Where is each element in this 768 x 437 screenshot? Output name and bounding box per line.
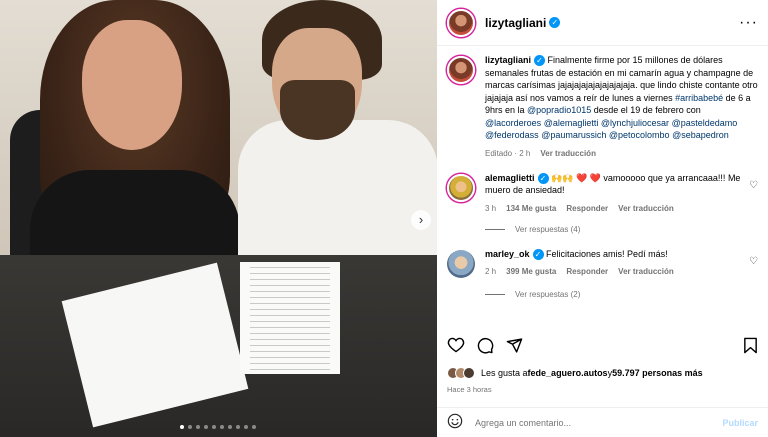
more-horizontal-icon[interactable]: ···: [739, 14, 758, 32]
commenter-avatar[interactable]: [447, 249, 475, 278]
author-username[interactable]: lizytagliani ✓: [485, 16, 561, 30]
view-replies[interactable]: Ver respuestas (2): [485, 290, 758, 299]
verified-badge-icon: ✓: [549, 17, 561, 28]
carousel-dot: [220, 425, 224, 429]
comment-time: 2 h: [485, 267, 497, 276]
photo-man-beard: [280, 80, 355, 140]
comment-meta: 2 h 399 Me gusta Responder Ver traducció…: [485, 267, 743, 276]
action-bar: [437, 336, 768, 358]
commenter-username[interactable]: alemaglietti: [485, 173, 535, 183]
likers-avatars[interactable]: [447, 367, 475, 379]
author-username-text[interactable]: lizytagliani: [485, 16, 546, 30]
carousel-dot: [252, 425, 256, 429]
post-sidebar: lizytagliani ✓ ··· lizytagliani ✓ Finalme…: [437, 0, 768, 437]
mention-link[interactable]: @lacorderoes: [485, 118, 541, 128]
carousel-dot: [244, 425, 248, 429]
mention-link[interactable]: @federodass: [485, 130, 539, 140]
mention-link[interactable]: @popradio1015: [527, 105, 591, 115]
add-comment-input[interactable]: [475, 417, 723, 428]
comment-body: alemaglietti ✓ 🙌🙌 ❤️ ❤️ vamooooo que ya a…: [485, 172, 743, 213]
carousel-dot: [236, 425, 240, 429]
carousel-dot: [204, 425, 208, 429]
photo-paper-right: [240, 262, 340, 374]
reply-button[interactable]: Responder: [566, 204, 608, 213]
commenter-avatar[interactable]: [447, 173, 475, 202]
reply-button[interactable]: Responder: [566, 267, 608, 276]
post-header: lizytagliani ✓ ···: [437, 0, 768, 46]
comment-meta: 3 h 134 Me gusta Responder Ver traducció…: [485, 204, 743, 213]
view-replies-label[interactable]: Ver respuestas (4): [515, 225, 580, 234]
see-translation-link[interactable]: Ver traducción: [618, 267, 674, 276]
comments-list: lizytagliani ✓ Finalmente firme por 15 mi…: [437, 46, 768, 324]
caption-meta: Editado · 2 h Ver traducción: [485, 149, 758, 158]
carousel-dots: [180, 425, 256, 429]
post-image[interactable]: ›: [0, 0, 437, 437]
comment-likes[interactable]: 399 Me gusta: [506, 267, 556, 276]
comment-likes[interactable]: 134 Me gusta: [506, 204, 556, 213]
view-replies[interactable]: Ver respuestas (4): [485, 225, 758, 234]
comment-item: marley_ok ✓ Felicitaciones amis! Pedí más…: [447, 248, 758, 278]
see-translation-link[interactable]: Ver traducción: [540, 149, 596, 158]
verified-badge-icon: ✓: [532, 248, 544, 260]
comment-content: Felicitaciones amis! Pedí más!: [543, 248, 668, 259]
comment-body: marley_ok ✓ Felicitaciones amis! Pedí más…: [485, 248, 743, 276]
mention-link[interactable]: @paumarussich: [541, 130, 606, 140]
replies-line: [485, 293, 505, 295]
caption-avatar[interactable]: [447, 56, 475, 84]
carousel-dot: [188, 425, 192, 429]
replies-line: [485, 228, 505, 230]
mention-link[interactable]: @pasteldedamo: [672, 118, 738, 128]
likes-count[interactable]: 59.797 personas más: [612, 368, 703, 378]
caption-username[interactable]: lizytagliani: [485, 55, 531, 65]
mention-link[interactable]: @petocolombo: [609, 130, 670, 140]
post-comment-button[interactable]: Publicar: [722, 418, 758, 428]
comment-like-heart-icon[interactable]: ♡: [749, 256, 758, 267]
caption: lizytagliani ✓ Finalmente firme por 15 mi…: [447, 54, 758, 158]
like-heart-icon[interactable]: [447, 337, 465, 357]
liker-username[interactable]: fede_aguero.autos: [528, 368, 608, 378]
verified-badge-icon: ✓: [537, 172, 549, 184]
carousel-dot: [196, 425, 200, 429]
emoji-icon[interactable]: [447, 413, 463, 432]
share-send-icon[interactable]: [506, 337, 523, 358]
author-avatar[interactable]: [447, 8, 475, 37]
comment-time: 3 h: [485, 203, 497, 213]
photo-woman-face: [82, 20, 182, 150]
carousel-next-icon[interactable]: ›: [411, 210, 431, 230]
commenter-username[interactable]: marley_ok: [485, 249, 530, 259]
bookmark-icon[interactable]: [743, 337, 758, 358]
add-comment-bar: Publicar: [437, 407, 768, 437]
carousel-dot: [180, 425, 184, 429]
caption-body: lizytagliani ✓ Finalmente firme por 15 mi…: [485, 54, 758, 158]
mention-link[interactable]: @alemaglietti: [544, 118, 599, 128]
caption-text-part3: desde el 19 de febrero con: [591, 105, 701, 115]
mention-link[interactable]: @lynchjuliocesar: [601, 118, 669, 128]
hashtag-link[interactable]: #arribabebé: [675, 93, 723, 103]
caption-text: lizytagliani ✓ Finalmente firme por 15 mi…: [485, 54, 758, 142]
view-replies-label[interactable]: Ver respuestas (2): [515, 290, 580, 299]
likes-prefix: Les gusta a: [481, 368, 528, 378]
caption-edited-time: Editado · 2 h: [485, 148, 531, 158]
comment-text: alemaglietti ✓ 🙌🙌 ❤️ ❤️ vamooooo que ya a…: [485, 172, 743, 197]
comment-icon[interactable]: [477, 337, 494, 358]
posted-time[interactable]: Hace 3 horas: [447, 385, 492, 394]
comment-text: marley_ok ✓ Felicitaciones amis! Pedí más…: [485, 248, 743, 261]
verified-badge-icon: ✓: [534, 55, 546, 66]
see-translation-link[interactable]: Ver traducción: [618, 204, 674, 213]
comment-like-heart-icon[interactable]: ♡: [749, 180, 758, 191]
carousel-dot: [212, 425, 216, 429]
mention-link[interactable]: @sebapedron: [672, 130, 729, 140]
comment-item: alemaglietti ✓ 🙌🙌 ❤️ ❤️ vamooooo que ya a…: [447, 172, 758, 213]
carousel-dot: [228, 425, 232, 429]
likes-summary: Les gusta a fede_aguero.autos y 59.797 p…: [447, 367, 703, 379]
